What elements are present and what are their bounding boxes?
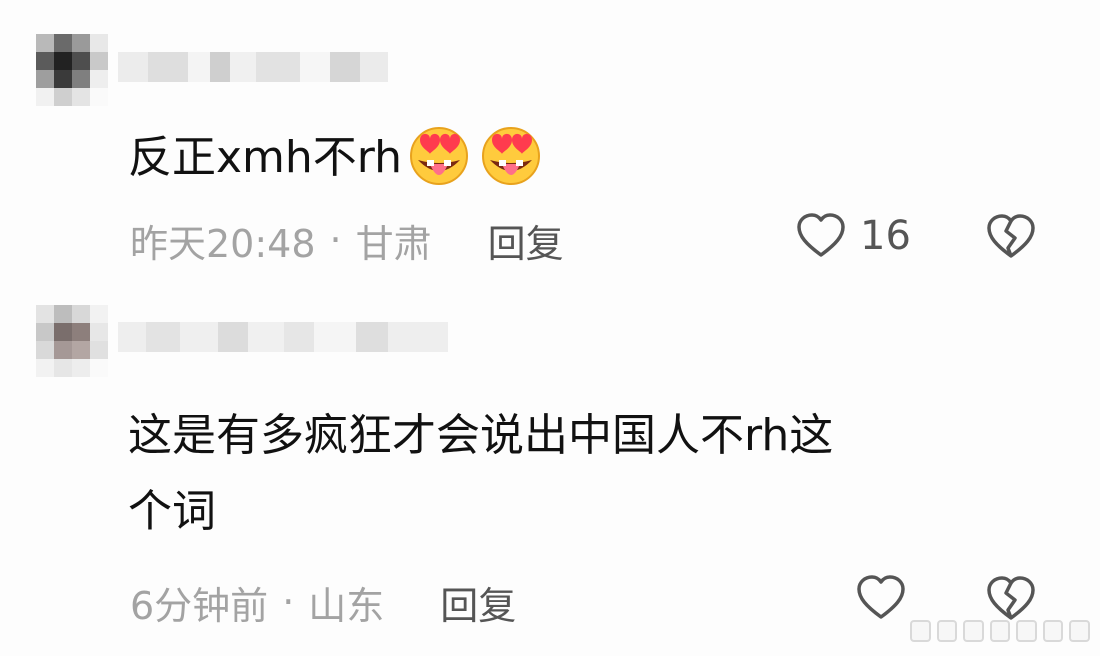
comment-list: 反正xmh不rh 昨天20:48 · 甘肃 回复 16 这是有多疯狂才会说出中国… — [0, 0, 1100, 656]
meta-separator: · — [329, 218, 342, 262]
dislike-button[interactable] — [986, 214, 1036, 264]
comment-meta: 昨天20:48 · 甘肃 回复 — [130, 212, 564, 268]
comment-location: 山东 — [308, 583, 385, 628]
reply-button[interactable]: 回复 — [488, 213, 564, 268]
comment-text: 反正xmh不rh — [128, 132, 402, 183]
comment-location: 甘肃 — [355, 221, 432, 266]
avatar[interactable] — [36, 305, 108, 377]
heart-outline-icon — [857, 575, 905, 619]
avatar[interactable] — [36, 34, 108, 106]
like-count: 16 — [860, 213, 911, 259]
watermark-blocks — [909, 616, 1090, 646]
heart-eyes-tongue-emoji — [410, 127, 468, 185]
reply-button[interactable]: 回复 — [440, 575, 516, 630]
username-pixelated[interactable] — [118, 52, 388, 82]
comment-time: 6分钟前 — [130, 583, 269, 628]
comment-text: 这是有多疯狂才会说出中国人不rh这 个词 — [128, 410, 834, 537]
broken-heart-icon — [987, 214, 1035, 258]
meta-separator: · — [282, 580, 295, 624]
comment-body: 反正xmh不rh — [128, 120, 1088, 196]
comment-meta: 6分钟前 · 山东 回复 — [130, 574, 516, 630]
like-button[interactable]: 16 — [796, 213, 911, 259]
heart-outline-icon — [797, 213, 845, 257]
comment-body: 这是有多疯狂才会说出中国人不rh这 个词 — [128, 398, 1048, 550]
username-pixelated[interactable] — [118, 322, 448, 352]
comment-time: 昨天20:48 — [130, 221, 316, 266]
heart-eyes-tongue-emoji — [482, 127, 540, 185]
like-button[interactable] — [856, 575, 906, 621]
